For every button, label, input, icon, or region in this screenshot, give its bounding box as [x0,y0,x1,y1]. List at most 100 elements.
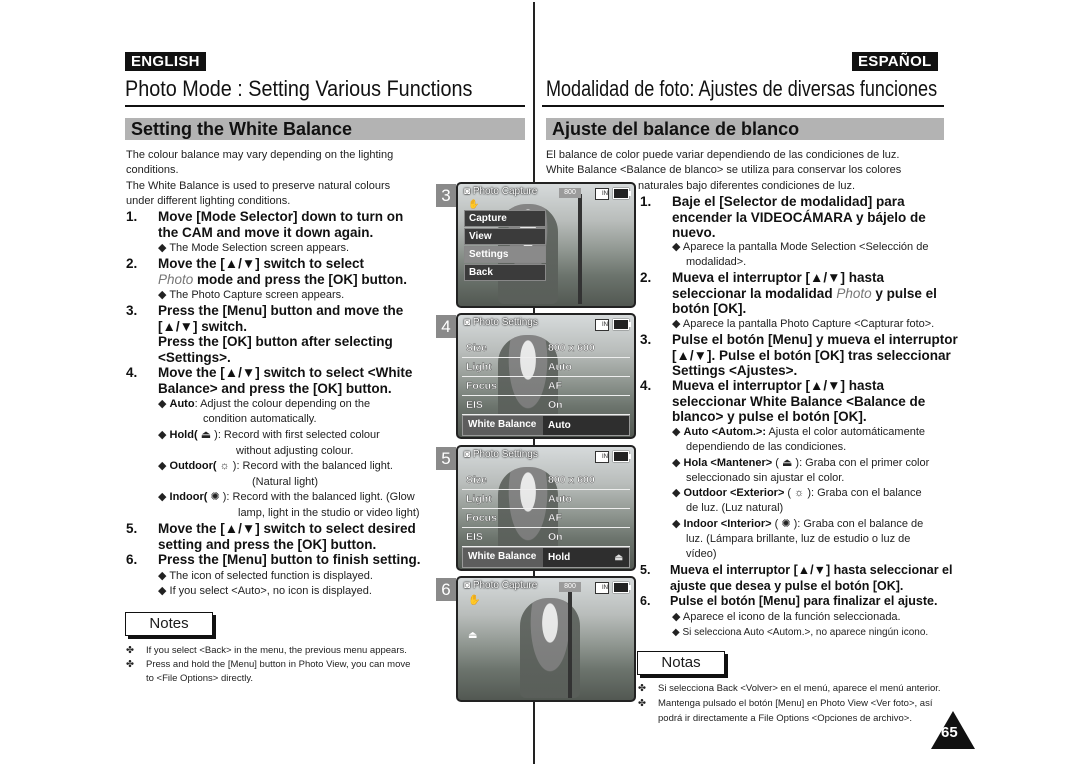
screen-step-number: 4 [436,315,456,338]
memory-icon: IN [595,582,609,594]
camera-icon: ◙ [464,317,471,328]
step-4: 4. Move the [▲/▼] switch to select <Whit… [126,365,413,396]
step-1: 1. Move [Mode Selector] down to turn on … [126,209,404,240]
option-hold: ◆ Hola <Mantener> ( ⏏ ): Graba con el pr… [672,457,930,469]
stabilizer-icon: ✋ [468,595,481,606]
step-2-note: ◆ The Photo Capture screen appears. [158,289,345,301]
setting-row-focus[interactable]: Focus AF [462,509,630,528]
step-2: 2. Mueva el interruptor [▲/▼] hasta sele… [640,270,937,316]
step-6-note: ◆ If you select <Auto>, no icon is displ… [158,585,372,597]
capture-menu: Capture View Settings Back [464,210,546,282]
page-number-badge: 65 [931,711,975,749]
option-outdoor-cont: de luz. (Luz natural) [686,502,784,514]
option-hold: ◆ Hold( ⏏ ): Record with first selected … [158,429,380,441]
option-auto: ◆ Auto: Adjust the colour depending on t… [158,398,371,410]
step-2-note: ◆ Aparece la pantalla Photo Capture <Cap… [672,318,935,330]
step-6-note: ◆ Si selecciona Auto <Autom.>, no aparec… [672,627,929,638]
setting-row-light[interactable]: Light Auto [462,490,630,509]
page-title-es: Modalidad de foto: Ajustes de diversas f… [546,76,938,101]
hold-icon: ⏏ [781,457,793,469]
camera-icon: ◙ [464,186,471,197]
step-1-note-cont: modalidad>. [686,256,747,268]
language-label-spanish: ESPAÑOL [852,52,938,71]
step-5: 5. Mueva el interruptor [▲/▼] hasta sele… [640,563,953,593]
sun-icon: ☼ [794,487,805,499]
option-outdoor: ◆ Outdoor <Exterior> ( ☼ ): Graba con el… [672,487,922,499]
sun-icon: ☼ [219,460,230,472]
setting-row-size[interactable]: Size 800 x 600 [462,471,630,490]
option-indoor-cont: vídeo) [686,548,717,560]
option-indoor-cont: luz. (Lámpara brillante, luz de estudio … [686,533,911,545]
option-outdoor: ◆ Outdoor( ☼ ): Record with the balanced… [158,460,393,472]
note-item: ✤ Mantenga pulsado el botón [Menu] en Pho… [638,698,933,709]
setting-row-light[interactable]: Light Auto [462,358,630,377]
camera-icon: ◙ [464,580,471,591]
step-5: 5. Move the [▲/▼] switch to select desir… [126,521,416,552]
setting-row-eis[interactable]: EIS On [462,396,630,415]
option-indoor-cont: lamp, light in the studio or video light… [238,507,420,519]
intro-line: The White Balance is used to preserve na… [126,180,391,192]
stabilizer-icon: ✋ [468,199,480,209]
menu-item-view[interactable]: View [464,228,546,245]
camera-icon: ◙ [464,449,471,460]
page-title-en: Photo Mode : Setting Various Functions [125,76,473,101]
menu-item-back[interactable]: Back [464,264,546,281]
memory-icon: IN [595,188,609,200]
option-indoor: ◆ Indoor <Interior> ( ✺ ): Graba con el … [672,518,924,530]
step-6: 6. Pulse el botón [Menu] para finalizar … [640,594,938,608]
step-1-note: ◆ Aparece la pantalla Mode Selection <Se… [672,241,929,253]
screen-title: ◙ Photo Capture [464,186,538,197]
setting-row-focus[interactable]: Focus AF [462,377,630,396]
battery-icon [613,582,631,593]
option-auto: ◆ Auto <Autom.>: Ajusta el color automát… [672,426,925,438]
bulb-icon: ✺ [781,518,791,530]
option-auto-cont: dependiendo de las condiciones. [686,441,847,453]
note-item-cont: to <File Options> directly. [146,673,254,684]
intro-line: White Balance <Balance de blanco> se uti… [546,164,902,176]
battery-icon [613,451,631,462]
page-number: 65 [941,724,958,741]
screen-title: ◙ Photo Capture [464,580,538,591]
option-hold-cont: seleccionado sin ajustar el color. [686,472,845,484]
camera-screen-settings-auto: ◙ Photo Settings IN Size 800 x 600 Light A… [456,313,636,439]
battery-icon [613,319,631,330]
option-outdoor-cont: (Natural light) [252,476,319,488]
language-label-english: ENGLISH [125,52,206,71]
step-1-note: ◆ The Mode Selection screen appears. [158,242,350,254]
note-item: ✤ Press and hold the [Menu] button in Pho… [126,659,411,670]
section-heading-es: Ajuste del balance de blanco [546,118,944,140]
notes-heading: Notas [637,651,725,675]
hold-icon: ⏏ [200,429,212,441]
title-rule-es [542,105,944,107]
camera-screen-capture: ◙ Photo Capture 800 IN ✋ ⏏ [456,576,636,702]
screen-title: ◙ Photo Settings [464,317,538,328]
setting-row-white-balance[interactable]: White Balance Hold ⏏ [462,547,630,568]
screen-title: ◙ Photo Settings [464,449,538,460]
menu-item-capture[interactable]: Capture [464,210,546,227]
menu-item-settings[interactable]: Settings [464,246,546,263]
camera-screen-settings-hold: ◙ Photo Settings IN Size 800 x 600 Light A… [456,445,636,571]
step-2: 2. Move the [▲/▼] switch to select Photo… [126,256,408,287]
notes-heading: Notes [125,612,213,636]
intro-line: under different lighting conditions. [126,195,291,207]
title-rule-en [125,105,525,107]
bulb-icon: ✺ [210,491,220,503]
intro-line: The colour balance may vary depending on… [126,149,394,161]
step-1: 1. Baje el [Selector de modalidad] para … [640,194,926,240]
setting-row-eis[interactable]: EIS On [462,528,630,547]
memory-icon: IN [595,319,609,331]
step-4: 4. Mueva el interruptor [▲/▼] hasta sele… [640,378,926,424]
setting-row-white-balance[interactable]: White Balance Auto [462,415,630,436]
note-item: ✤ If you select <Back> in the menu, the p… [126,645,407,656]
option-indoor: ◆ Indoor( ✺ ): Record with the balanced … [158,491,415,503]
screen-step-number: 3 [436,184,456,207]
step-6: 6. Press the [Menu] button to finish set… [126,552,421,567]
option-auto-cont: condition automatically. [203,413,317,425]
option-hold-cont: without adjusting colour. [236,445,354,457]
step-6-note: ◆ The icon of selected function is displ… [158,570,373,582]
step-3: 3. Press the [Menu] button and move the … [126,303,404,365]
intro-line: conditions. [126,164,179,176]
battery-icon [613,188,631,199]
screen-step-number: 5 [436,447,456,470]
setting-row-size[interactable]: Size 800 x 600 [462,339,630,358]
